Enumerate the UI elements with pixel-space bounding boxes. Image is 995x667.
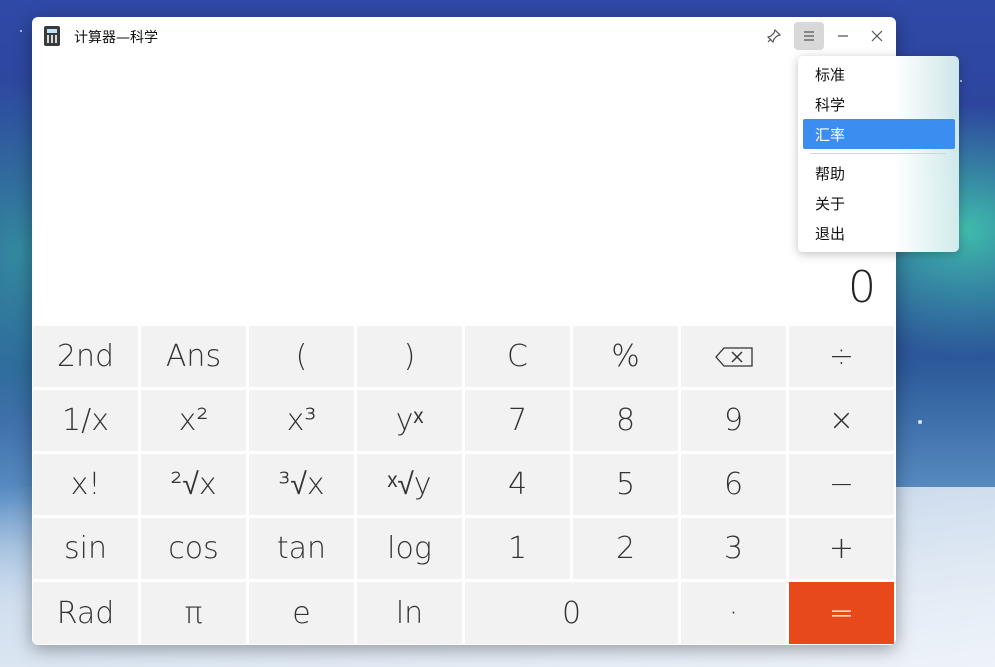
keypad: 2nd Ans ( ) C % ÷ 1/x x² x³ yˣ 7 8 9 × x…	[32, 325, 896, 645]
key-open-paren[interactable]: (	[249, 326, 354, 387]
key-square-root[interactable]: ²√x	[141, 454, 246, 515]
minimize-button[interactable]	[828, 22, 858, 50]
key-sin[interactable]: sin	[33, 518, 138, 579]
key-divide[interactable]: ÷	[789, 326, 894, 387]
key-3[interactable]: 3	[681, 518, 786, 579]
key-square[interactable]: x²	[141, 390, 246, 451]
menu-item-exchange-rate[interactable]: 汇率	[803, 119, 955, 149]
key-reciprocal[interactable]: 1/x	[33, 390, 138, 451]
key-percent[interactable]: %	[573, 326, 678, 387]
main-menu-dropdown: 标准 科学 汇率 帮助 关于 退出	[798, 56, 959, 252]
key-multiply[interactable]: ×	[789, 390, 894, 451]
key-clear[interactable]: C	[465, 326, 570, 387]
key-tan[interactable]: tan	[249, 518, 354, 579]
key-cos[interactable]: cos	[141, 518, 246, 579]
key-9[interactable]: 9	[681, 390, 786, 451]
key-7[interactable]: 7	[465, 390, 570, 451]
key-nth-root[interactable]: ˣ√y	[357, 454, 462, 515]
key-equals[interactable]: =	[789, 582, 894, 644]
key-1[interactable]: 1	[465, 518, 570, 579]
key-subtract[interactable]: −	[789, 454, 894, 515]
calculator-window: 计算器—科学 0 2nd Ans () C % ÷ 1/x x² x³ yˣ …	[32, 17, 896, 645]
hamburger-icon	[804, 31, 814, 41]
titlebar: 计算器—科学	[32, 17, 896, 55]
key-close-paren[interactable]: )	[357, 326, 462, 387]
key-ln[interactable]: ln	[357, 582, 462, 644]
key-ans[interactable]: Ans	[141, 326, 246, 387]
key-8[interactable]: 8	[573, 390, 678, 451]
key-rad[interactable]: Rad	[33, 582, 138, 644]
key-2nd[interactable]: 2nd	[33, 326, 138, 387]
menu-item-standard[interactable]: 标准	[803, 59, 955, 89]
wallpaper-star	[918, 420, 922, 424]
key-2[interactable]: 2	[573, 518, 678, 579]
menu-item-about[interactable]: 关于	[803, 188, 955, 218]
key-backspace[interactable]	[681, 326, 786, 387]
backspace-icon	[714, 346, 753, 367]
key-4[interactable]: 4	[465, 454, 570, 515]
key-factorial[interactable]: x!	[33, 454, 138, 515]
pin-icon	[767, 29, 781, 43]
key-add[interactable]: +	[789, 518, 894, 579]
key-power[interactable]: yˣ	[357, 390, 462, 451]
menu-button[interactable]	[794, 22, 824, 50]
menu-item-scientific[interactable]: 科学	[803, 89, 955, 119]
key-5[interactable]: 5	[573, 454, 678, 515]
minimize-icon	[838, 35, 848, 37]
key-log[interactable]: log	[357, 518, 462, 579]
close-icon	[871, 30, 883, 42]
key-decimal[interactable]: ·	[681, 582, 786, 644]
key-6[interactable]: 6	[681, 454, 786, 515]
key-cube[interactable]: x³	[249, 390, 354, 451]
wallpaper-star	[20, 30, 22, 32]
close-button[interactable]	[862, 22, 892, 50]
menu-item-exit[interactable]: 退出	[803, 218, 955, 248]
key-cube-root[interactable]: ³√x	[249, 454, 354, 515]
window-title: 计算器—科学	[74, 30, 158, 46]
menu-divider	[810, 153, 946, 154]
key-e[interactable]: e	[249, 582, 354, 644]
key-0[interactable]: 0	[465, 582, 678, 644]
result-display: 0	[848, 262, 876, 313]
calculator-app-icon	[44, 26, 60, 46]
wallpaper-star	[960, 80, 962, 82]
pin-button[interactable]	[759, 22, 789, 50]
menu-item-help[interactable]: 帮助	[803, 158, 955, 188]
key-pi[interactable]: π	[141, 582, 246, 644]
